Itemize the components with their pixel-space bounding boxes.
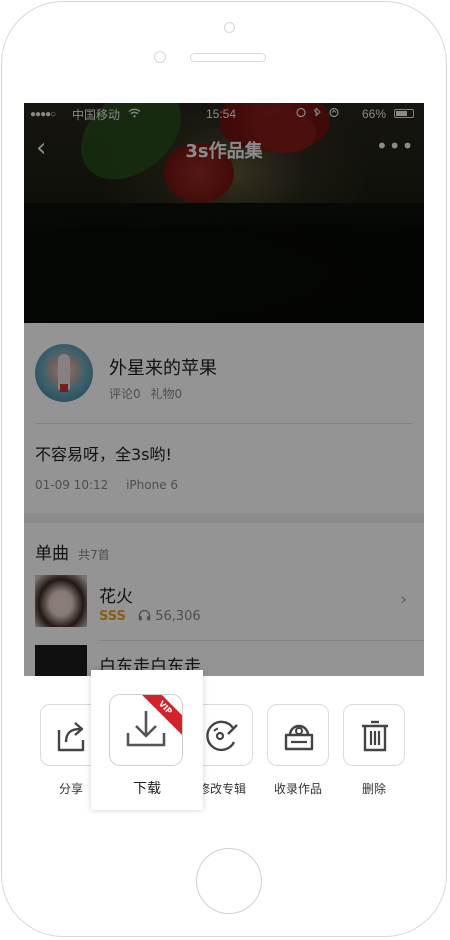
download-icon: VIP (109, 694, 183, 766)
delete-button[interactable]: 删除 (342, 704, 406, 797)
trash-icon (343, 704, 405, 766)
app-screen: ●●●●○ 中国移动 15:54 66% ‹ 3s作品集 ••• 外星来的苹果 … (24, 103, 424, 816)
proximity-sensor (224, 22, 235, 33)
home-button[interactable] (196, 848, 262, 914)
collect-label: 收录作品 (273, 782, 322, 796)
collect-icon (267, 704, 329, 766)
collect-work-button[interactable]: 收录作品 (266, 704, 330, 797)
front-camera (154, 51, 166, 63)
action-sheet: 分享 修改专辑 收录作品 删除 (24, 676, 424, 816)
earpiece-speaker (190, 53, 266, 62)
download-label: 下载 (133, 781, 161, 797)
download-button[interactable]: VIP 下载 (91, 670, 203, 810)
delete-label: 删除 (361, 782, 386, 796)
